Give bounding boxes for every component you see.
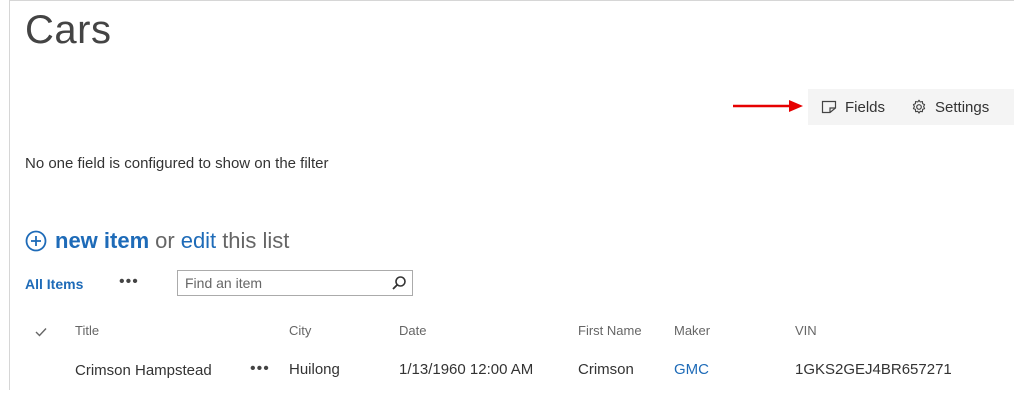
- cell-city: Huilong: [289, 361, 340, 378]
- column-header-vin[interactable]: VIN: [795, 323, 817, 338]
- table-row[interactable]: Crimson Hampstead ••• Huilong 1/13/1960 …: [0, 358, 1014, 398]
- column-header-date[interactable]: Date: [399, 323, 426, 338]
- red-arrow-icon: [733, 100, 803, 112]
- search-box: [177, 270, 413, 296]
- search-icon[interactable]: [391, 275, 407, 291]
- cell-first-name: Crimson: [578, 361, 634, 378]
- cell-maker-link[interactable]: GMC: [674, 361, 709, 378]
- list-toolbar: Fields Settings: [808, 89, 1014, 125]
- page-title: Cars: [25, 8, 112, 52]
- search-input[interactable]: [178, 271, 385, 295]
- cell-vin: 1GKS2GEJ4BR657271: [795, 361, 952, 378]
- or-text: or: [155, 228, 175, 253]
- edit-note-icon: [821, 100, 837, 114]
- view-all-items[interactable]: All Items: [25, 276, 83, 292]
- column-header-first-name[interactable]: First Name: [578, 323, 642, 338]
- column-header-maker[interactable]: Maker: [674, 323, 710, 338]
- settings-label: Settings: [935, 98, 990, 116]
- new-item-link[interactable]: new item: [55, 228, 149, 254]
- column-header-title[interactable]: Title: [75, 323, 99, 338]
- views-bar: All Items •••: [25, 268, 425, 300]
- settings-button[interactable]: Settings: [911, 99, 989, 116]
- cell-title[interactable]: Crimson Hampstead: [75, 361, 215, 381]
- new-item-row: new item or edit this list: [25, 228, 295, 254]
- column-header-city[interactable]: City: [289, 323, 311, 338]
- edit-list-link[interactable]: edit: [181, 228, 216, 254]
- add-circle-icon[interactable]: [25, 230, 47, 252]
- item-more-button[interactable]: •••: [250, 360, 270, 378]
- filter-message: No one field is configured to show on th…: [25, 155, 329, 172]
- more-views-button[interactable]: •••: [119, 273, 139, 291]
- fields-button[interactable]: Fields: [821, 99, 885, 116]
- fields-label: Fields: [845, 98, 886, 116]
- page-frame-top-border: [9, 0, 1014, 1]
- gear-icon: [912, 99, 926, 114]
- cell-date: 1/13/1960 12:00 AM: [399, 361, 534, 378]
- this-list-text: this list: [222, 228, 290, 253]
- list-header: Title City Date First Name Maker VIN: [0, 323, 1014, 343]
